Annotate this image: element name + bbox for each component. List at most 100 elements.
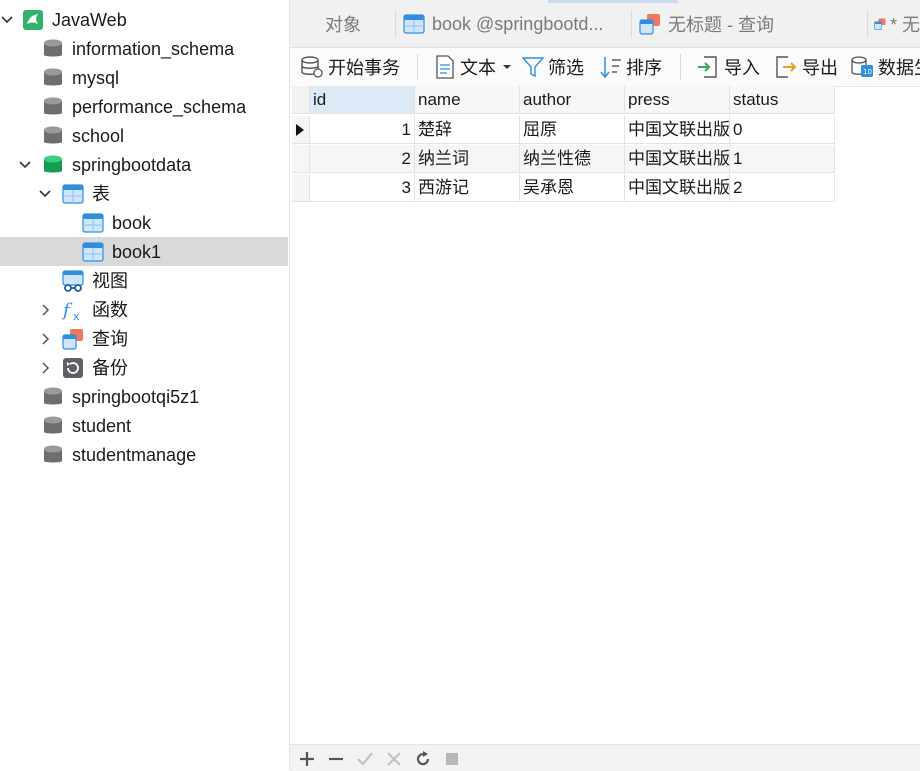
cell-id[interactable]: 3 bbox=[310, 174, 415, 202]
cell-press[interactable]: 中国文联出版 bbox=[625, 145, 730, 173]
cell-press[interactable]: 中国文联出版 bbox=[625, 116, 730, 144]
tree-item-tables[interactable]: 表 bbox=[0, 179, 288, 208]
mysql-connection-icon bbox=[23, 10, 43, 30]
tab-book-table[interactable]: book @springbootd... bbox=[398, 6, 632, 42]
database-icon bbox=[44, 387, 62, 405]
column-header-press[interactable]: press bbox=[625, 86, 730, 114]
caret-down-icon[interactable] bbox=[502, 62, 512, 72]
backups-label: 备份 bbox=[92, 358, 128, 378]
filter-label: 筛选 bbox=[548, 58, 584, 78]
data-generation-icon: 10 bbox=[851, 56, 873, 77]
add-record-icon[interactable] bbox=[298, 750, 316, 768]
chevron-right-icon[interactable] bbox=[38, 361, 52, 375]
export-button[interactable]: 导出 bbox=[774, 53, 838, 81]
cell-author[interactable]: 吴承恩 bbox=[520, 174, 625, 202]
cell-status[interactable]: 0 bbox=[730, 116, 835, 144]
column-header-author[interactable]: author bbox=[520, 86, 625, 114]
svg-text:f: f bbox=[62, 300, 73, 321]
active-tab-indicator bbox=[548, 0, 678, 3]
table-icon bbox=[82, 213, 104, 233]
export-label: 导出 bbox=[802, 58, 838, 78]
tree-item-queries[interactable]: 查询 bbox=[0, 324, 288, 353]
cell-name[interactable]: 西游记 bbox=[415, 174, 520, 202]
query-icon bbox=[874, 18, 886, 30]
chevron-down-icon[interactable] bbox=[0, 13, 14, 27]
stop-icon[interactable] bbox=[443, 750, 461, 768]
tree-item-database[interactable]: student bbox=[0, 411, 288, 440]
sort-button[interactable]: 排序 bbox=[600, 53, 662, 81]
document-text-icon bbox=[436, 55, 454, 79]
tab-label: 无标题 - 查询 bbox=[668, 15, 774, 35]
column-header-name[interactable]: name bbox=[415, 86, 520, 114]
backup-icon bbox=[63, 358, 83, 378]
cell-id[interactable]: 1 bbox=[310, 116, 415, 144]
cell-status[interactable]: 1 bbox=[730, 145, 835, 173]
tree-item-table-book[interactable]: book bbox=[0, 208, 288, 237]
tree-item-backups[interactable]: 备份 bbox=[0, 353, 288, 382]
cell-author[interactable]: 屈原 bbox=[520, 116, 625, 144]
tree-item-database[interactable]: studentmanage bbox=[0, 440, 288, 469]
connection-label: JavaWeb bbox=[52, 10, 127, 30]
export-icon bbox=[776, 56, 797, 78]
database-label: information_schema bbox=[72, 39, 235, 59]
tree-item-database[interactable]: information_schema bbox=[0, 34, 288, 63]
cell-id[interactable]: 2 bbox=[310, 145, 415, 173]
toolbar-divider bbox=[680, 54, 681, 80]
database-label: springbootqi5z1 bbox=[72, 387, 200, 407]
tab-objects[interactable]: 对象 bbox=[290, 6, 396, 42]
current-row-arrow-icon bbox=[296, 124, 304, 136]
text-view-label: 文本 bbox=[460, 58, 496, 78]
tab-unsaved-query[interactable]: * 无 bbox=[870, 6, 920, 42]
tab-divider bbox=[631, 10, 632, 38]
chevron-right-icon[interactable] bbox=[38, 332, 52, 346]
chevron-down-icon[interactable] bbox=[18, 158, 32, 172]
discard-changes-icon[interactable] bbox=[385, 750, 403, 768]
query-icon bbox=[639, 14, 660, 35]
text-view-button[interactable]: 文本 bbox=[434, 53, 516, 81]
tab-untitled-query[interactable]: 无标题 - 查询 bbox=[634, 6, 868, 42]
sort-icon bbox=[600, 57, 621, 79]
database-label: school bbox=[72, 126, 125, 146]
database-label: mysql bbox=[72, 68, 120, 88]
import-button[interactable]: 导入 bbox=[696, 53, 760, 81]
tab-divider bbox=[867, 10, 868, 38]
cell-author[interactable]: 纳兰性德 bbox=[520, 145, 625, 173]
cell-name[interactable]: 楚辞 bbox=[415, 116, 520, 144]
object-tree: JavaWeb information_schema mysql perform… bbox=[0, 0, 290, 770]
svg-text:10: 10 bbox=[863, 68, 872, 76]
table-label: book1 bbox=[112, 242, 162, 262]
tree-item-database[interactable]: performance_schema bbox=[0, 92, 288, 121]
apply-changes-icon[interactable] bbox=[356, 750, 374, 768]
tree-item-database[interactable]: mysql bbox=[0, 63, 288, 92]
database-icon bbox=[44, 445, 62, 463]
cell-name[interactable]: 纳兰词 bbox=[415, 145, 520, 173]
tree-item-database[interactable]: springbootqi5z1 bbox=[0, 382, 288, 411]
begin-transaction-button[interactable]: 开始事务 bbox=[300, 53, 400, 81]
queries-label: 查询 bbox=[92, 329, 128, 349]
tree-item-database[interactable]: school bbox=[0, 121, 288, 150]
tree-item-connection-javaweb[interactable]: JavaWeb bbox=[0, 5, 288, 34]
database-label: performance_schema bbox=[72, 97, 247, 117]
refresh-icon[interactable] bbox=[414, 750, 432, 768]
chevron-down-icon[interactable] bbox=[38, 187, 52, 201]
tree-item-database-springbootdata[interactable]: springbootdata bbox=[0, 150, 288, 179]
row-indicator[interactable] bbox=[292, 145, 310, 173]
column-header-status[interactable]: status bbox=[730, 86, 835, 114]
tree-item-functions[interactable]: fx 函数 bbox=[0, 295, 288, 324]
tree-item-table-book1[interactable]: book1 bbox=[0, 237, 288, 266]
record-navigation-bar bbox=[290, 744, 920, 771]
tab-label: book @springbootd... bbox=[432, 13, 604, 34]
delete-record-icon[interactable] bbox=[327, 750, 345, 768]
tree-item-views[interactable]: 视图 bbox=[0, 266, 288, 295]
chevron-right-icon[interactable] bbox=[38, 303, 52, 317]
row-indicator[interactable] bbox=[292, 116, 310, 144]
transaction-icon bbox=[301, 56, 323, 78]
table-label: book bbox=[112, 213, 152, 233]
row-indicator[interactable] bbox=[292, 174, 310, 202]
column-header-id[interactable]: id bbox=[310, 86, 415, 114]
cell-press[interactable]: 中国文联出版 bbox=[625, 174, 730, 202]
data-generation-button[interactable]: 10 数据生 bbox=[850, 53, 920, 81]
filter-button[interactable]: 筛选 bbox=[522, 53, 584, 81]
database-label: studentmanage bbox=[72, 445, 197, 465]
cell-status[interactable]: 2 bbox=[730, 174, 835, 202]
